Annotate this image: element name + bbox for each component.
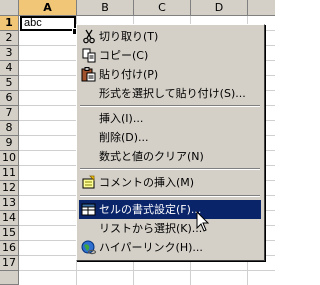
gridline bbox=[19, 270, 275, 271]
context-menu: 切り取り(T) コピー(C) 貼り付け(P) 形式を選択して貼り付け(S)...… bbox=[76, 24, 265, 261]
column-header-d[interactable]: D bbox=[191, 0, 248, 16]
row-header-9[interactable]: 9 bbox=[0, 136, 19, 151]
mouse-pointer-icon bbox=[196, 211, 210, 232]
menu-item-cut[interactable]: 切り取り(T) bbox=[79, 27, 261, 46]
row-header-6[interactable]: 6 bbox=[0, 91, 19, 106]
menu-item-insert-comment[interactable]: コメントの挿入(M) bbox=[79, 173, 261, 192]
menu-item-label: 削除(D)... bbox=[99, 131, 149, 144]
row-header-5[interactable]: 5 bbox=[0, 76, 19, 91]
menu-separator bbox=[80, 195, 260, 197]
row-header-1[interactable]: 1 bbox=[0, 16, 19, 31]
column-header-c[interactable]: C bbox=[134, 0, 191, 16]
row-header-8[interactable]: 8 bbox=[0, 121, 19, 136]
paste-icon bbox=[81, 67, 96, 82]
column-header-e[interactable] bbox=[248, 0, 275, 16]
menu-item-pick-from-list[interactable]: リストから選択(K)... bbox=[79, 219, 261, 238]
row-header-7[interactable]: 7 bbox=[0, 106, 19, 121]
row-header-15[interactable]: 15 bbox=[0, 226, 19, 241]
menu-item-insert[interactable]: 挿入(I)... bbox=[79, 109, 261, 128]
row-header-3[interactable]: 3 bbox=[0, 46, 19, 61]
menu-item-label: ハイパーリンク(H)... bbox=[99, 241, 203, 254]
format-cells-icon bbox=[81, 203, 96, 216]
menu-item-label: 形式を選択して貼り付け(S)... bbox=[99, 87, 246, 100]
row-header-10[interactable]: 10 bbox=[0, 151, 19, 166]
menu-item-paste[interactable]: 貼り付け(P) bbox=[79, 65, 261, 84]
row-header-16[interactable]: 16 bbox=[0, 241, 19, 256]
menu-item-label: コピー(C) bbox=[99, 49, 149, 62]
row-header-12[interactable]: 12 bbox=[0, 181, 19, 196]
menu-item-label: コメントの挿入(M) bbox=[99, 176, 195, 189]
menu-separator bbox=[80, 168, 260, 170]
menu-item-copy[interactable]: コピー(C) bbox=[79, 46, 261, 65]
row-header-14[interactable]: 14 bbox=[0, 211, 19, 226]
menu-item-format-cells[interactable]: セルの書式設定(F)... bbox=[79, 200, 261, 219]
menu-item-label: 挿入(I)... bbox=[99, 112, 144, 125]
cell-a1[interactable]: abc bbox=[20, 16, 76, 31]
row-header-4[interactable]: 4 bbox=[0, 61, 19, 76]
scissors-icon bbox=[83, 29, 95, 44]
row-header-2[interactable]: 2 bbox=[0, 31, 19, 46]
menu-item-clear-contents[interactable]: 数式と値のクリア(N) bbox=[79, 147, 261, 166]
comment-icon bbox=[82, 175, 95, 189]
menu-item-label: 切り取り(T) bbox=[99, 30, 159, 43]
hyperlink-icon bbox=[81, 240, 97, 255]
select-all-corner[interactable] bbox=[0, 0, 19, 16]
row-header-13[interactable]: 13 bbox=[0, 196, 19, 211]
row-header-18[interactable] bbox=[0, 271, 19, 285]
row-header-17[interactable]: 17 bbox=[0, 256, 19, 271]
menu-item-hyperlink[interactable]: ハイパーリンク(H)... bbox=[79, 238, 261, 257]
row-header-11[interactable]: 11 bbox=[0, 166, 19, 181]
column-header-b[interactable]: B bbox=[77, 0, 134, 16]
menu-separator bbox=[80, 105, 260, 107]
column-header-a[interactable]: A bbox=[19, 0, 77, 16]
menu-item-paste-special[interactable]: 形式を選択して貼り付け(S)... bbox=[79, 84, 261, 103]
menu-item-label: 数式と値のクリア(N) bbox=[99, 150, 204, 163]
menu-item-delete[interactable]: 削除(D)... bbox=[79, 128, 261, 147]
copy-icon bbox=[82, 48, 96, 63]
menu-item-label: 貼り付け(P) bbox=[99, 68, 159, 81]
menu-item-label: リストから選択(K)... bbox=[99, 222, 203, 235]
menu-item-label: セルの書式設定(F)... bbox=[99, 203, 202, 216]
